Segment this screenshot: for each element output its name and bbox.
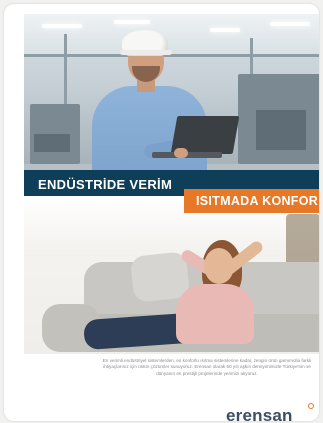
body-text: En verimli endüstriyel sistemlerden, en … — [102, 358, 312, 376]
logo-circle-icon — [308, 403, 314, 409]
brochure-page: ENDÜSTRİDE VERİM ISITMADA KONFOR En veri… — [24, 14, 319, 421]
brand-logo: erensan — [226, 406, 293, 421]
heading-industry: ENDÜSTRİDE VERİM — [38, 177, 173, 192]
heading-comfort: ISITMADA KONFOR — [196, 194, 319, 208]
relaxing-woman-photo — [24, 196, 319, 354]
industrial-worker-photo — [24, 14, 319, 189]
image-card: ENDÜSTRİDE VERİM ISITMADA KONFOR En veri… — [4, 4, 319, 421]
